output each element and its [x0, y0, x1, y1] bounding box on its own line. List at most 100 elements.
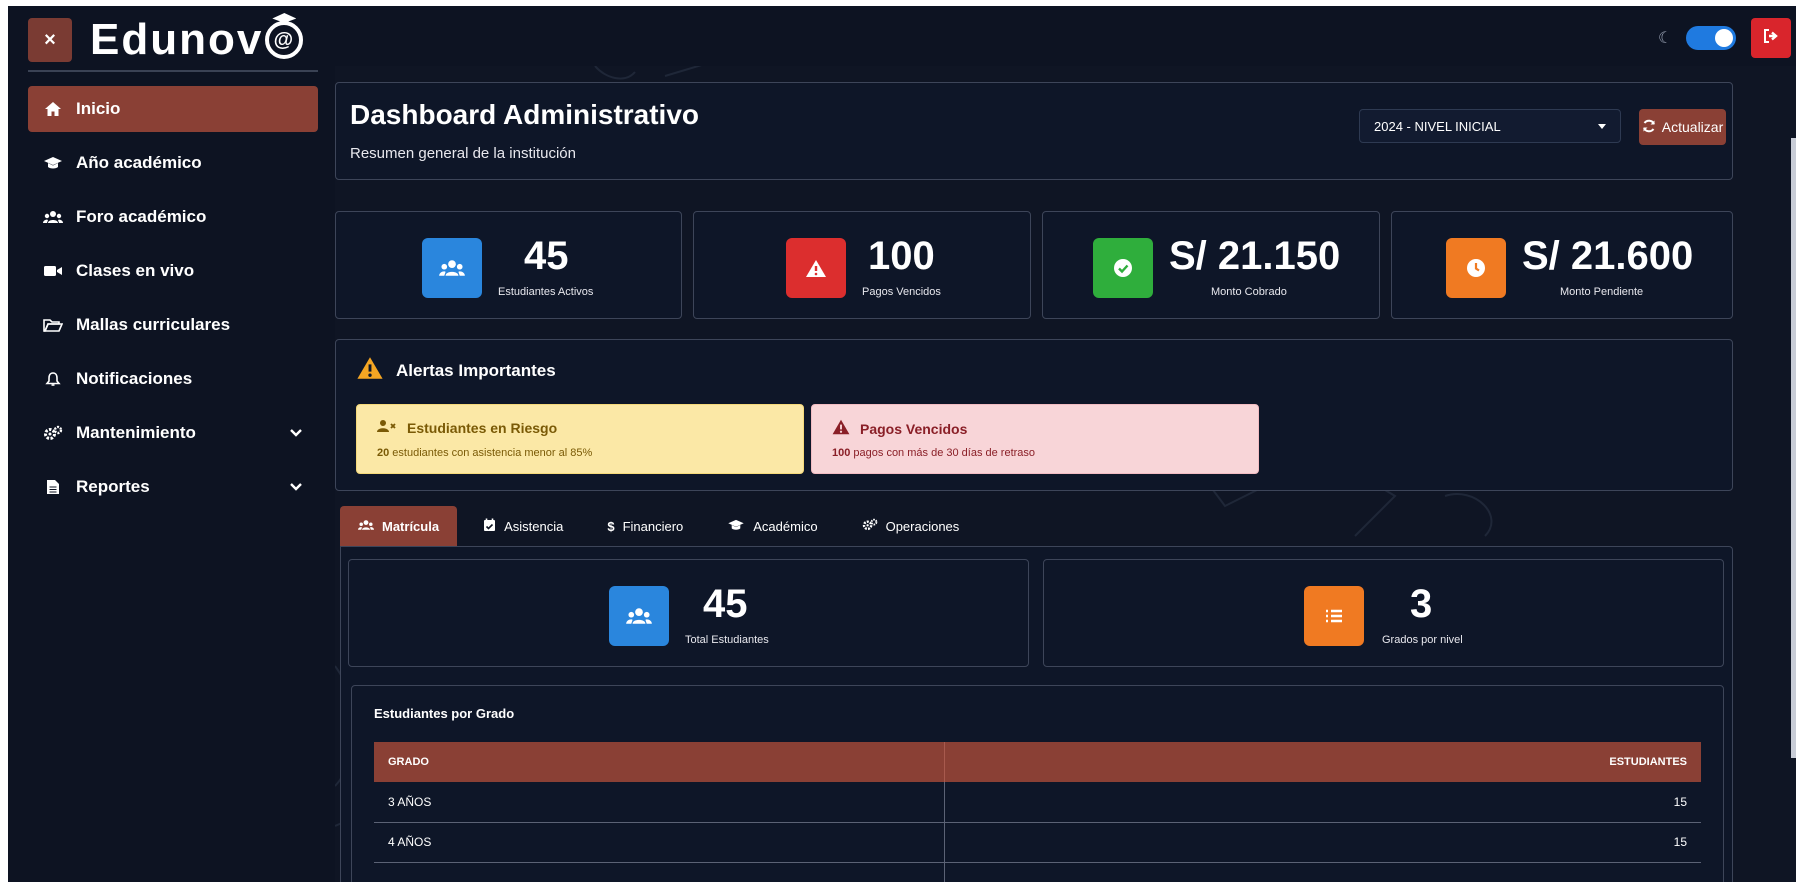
- tab-matricula[interactable]: Matrícula: [340, 506, 458, 546]
- graduation-cap-icon: [727, 519, 745, 534]
- table-row: 3 AÑOS 15: [374, 782, 1701, 823]
- stat-card-monto-cobrado: S/ 21.150 Monto Cobrado: [1042, 211, 1380, 319]
- app-window: × Edunov @ Inicio Año académico Foro aca…: [8, 6, 1796, 882]
- cogs-icon: [862, 518, 878, 534]
- sidebar-item-mallas-curriculares[interactable]: Mallas curriculares: [28, 302, 318, 348]
- tab-financiero[interactable]: $ Financiero: [589, 506, 701, 546]
- theme-toggle: ☾: [1658, 26, 1737, 50]
- sidebar-nav: Inicio Año académico Foro académico Clas…: [28, 86, 318, 518]
- sign-out-icon: [1763, 28, 1779, 48]
- alert-title-text: Estudiantes en Riesgo: [407, 419, 558, 436]
- alerts-title: Alertas Importantes: [356, 356, 556, 385]
- warning-icon: [786, 238, 846, 298]
- stat-label: Monto Cobrado: [1211, 286, 1287, 298]
- alert-body: 100 pagos con más de 30 días de retraso: [832, 447, 1035, 459]
- sidebar-item-clases-en-vivo[interactable]: Clases en vivo: [28, 248, 318, 294]
- sidebar-item-label: Notificaciones: [76, 369, 193, 388]
- home-icon: [42, 101, 64, 117]
- stat-value: 100: [868, 234, 935, 278]
- grade-cell: [374, 862, 945, 882]
- stat-label: Monto Pendiente: [1560, 286, 1644, 298]
- users-icon: [42, 210, 64, 224]
- stat-card-estudiantes-activos: 45 Estudiantes Activos: [335, 211, 682, 319]
- page-title: Dashboard Administrativo: [350, 99, 700, 130]
- sidebar-item-label: Mantenimiento: [76, 423, 196, 442]
- sidebar-item-label: Mallas curriculares: [76, 315, 231, 334]
- graduation-cap-icon: [42, 156, 64, 170]
- dark-mode-switch[interactable]: [1686, 26, 1737, 50]
- summary-value: 45: [703, 582, 748, 626]
- students-cell: 15: [944, 822, 1701, 863]
- file-icon: [42, 479, 64, 495]
- sidebar-item-label: Foro académico: [76, 207, 207, 226]
- cogs-icon: [42, 425, 64, 441]
- sidebar-divider: [28, 70, 318, 72]
- alert-title: Estudiantes en Riesgo: [377, 419, 557, 436]
- sidebar-item-label: Reportes: [76, 477, 150, 496]
- user-times-icon: [377, 419, 397, 436]
- students-cell: 15: [944, 782, 1701, 823]
- sidebar-item-label: Clases en vivo: [76, 261, 195, 280]
- students-by-grade-table: GRADO ESTUDIANTES 3 AÑOS 15 4 AÑOS 15: [374, 742, 1701, 882]
- caret-down-icon: [1598, 124, 1606, 129]
- tab-asistencia[interactable]: Asistencia: [465, 506, 581, 546]
- sidebar: × Edunov @ Inicio Año académico Foro aca…: [8, 6, 338, 882]
- summary-label: Grados por nivel: [1382, 634, 1463, 646]
- page-scrollbar[interactable]: [1791, 138, 1796, 758]
- sidebar-item-ano-academico[interactable]: Año académico: [28, 140, 318, 186]
- list-icon: [1304, 586, 1364, 646]
- logout-button[interactable]: [1751, 18, 1791, 58]
- users-icon: [358, 519, 374, 534]
- stat-label: Pagos Vencidos: [862, 286, 941, 298]
- stat-label: Estudiantes Activos: [498, 286, 594, 298]
- tab-label: Operaciones: [885, 518, 960, 534]
- tab-label: Financiero: [622, 518, 684, 534]
- alert-overdue-payments[interactable]: Pagos Vencidos 100 pagos con más de 30 d…: [811, 404, 1259, 474]
- calendar-check-icon: [483, 518, 496, 535]
- students-by-grade-card: Estudiantes por Grado GRADO ESTUDIANTES …: [351, 685, 1724, 882]
- users-icon: [609, 586, 669, 646]
- table-header-row: GRADO ESTUDIANTES: [374, 742, 1701, 782]
- sidebar-item-inicio[interactable]: Inicio: [28, 86, 318, 132]
- sidebar-item-reportes[interactable]: Reportes: [28, 464, 318, 510]
- summary-label: Total Estudiantes: [685, 634, 769, 646]
- logo-row: × Edunov @: [28, 14, 304, 66]
- sidebar-item-mantenimiento[interactable]: Mantenimiento: [28, 410, 318, 456]
- dashboard-header: Dashboard Administrativo Resumen general…: [335, 82, 1733, 180]
- alert-title: Pagos Vencidos: [832, 419, 967, 438]
- stat-value: S/ 21.150: [1169, 234, 1341, 278]
- column-header-estudiantes[interactable]: ESTUDIANTES: [944, 742, 1701, 782]
- page-subtitle: Resumen general de la institución: [350, 145, 576, 162]
- brand-logo: Edunov @: [90, 15, 304, 65]
- alert-count: 20: [377, 447, 390, 459]
- close-sidebar-button[interactable]: ×: [28, 18, 72, 62]
- tab-label: Matrícula: [382, 518, 440, 534]
- chevron-down-icon[interactable]: [288, 478, 304, 499]
- dollar-icon: $: [607, 518, 615, 534]
- video-icon: [42, 264, 64, 278]
- brand-name: Edunov: [90, 15, 264, 64]
- alert-body: 20 estudiantes con asistencia menor al 8…: [377, 447, 592, 459]
- dashboard-tabs: Matrícula Asistencia $ Financiero Académ…: [340, 506, 985, 546]
- alert-count: 100: [832, 447, 851, 459]
- stat-value: S/ 21.600: [1522, 234, 1694, 278]
- stat-card-pagos-vencidos: 100 Pagos Vencidos: [693, 211, 1031, 319]
- sidebar-item-label: Año académico: [76, 153, 202, 172]
- tab-academico[interactable]: Académico: [709, 506, 835, 546]
- warning-icon: [356, 356, 384, 385]
- tab-label: Académico: [753, 518, 818, 534]
- alert-title-text: Pagos Vencidos: [860, 420, 968, 437]
- folder-open-icon: [42, 318, 64, 332]
- refresh-button[interactable]: Actualizar: [1639, 109, 1726, 145]
- tab-operaciones[interactable]: Operaciones: [844, 506, 978, 546]
- alert-students-at-risk[interactable]: Estudiantes en Riesgo 20 estudiantes con…: [356, 404, 804, 474]
- sidebar-item-foro-academico[interactable]: Foro académico: [28, 194, 318, 240]
- column-header-grado[interactable]: GRADO: [374, 742, 945, 782]
- academic-year-select[interactable]: 2024 - NIVEL INICIAL: [1359, 109, 1621, 143]
- stat-card-monto-pendiente: S/ 21.600 Monto Pendiente: [1391, 211, 1733, 319]
- chevron-down-icon[interactable]: [288, 424, 304, 445]
- check-circle-icon: [1093, 238, 1153, 298]
- sidebar-item-notificaciones[interactable]: Notificaciones: [28, 356, 318, 402]
- main-content: Dashboard Administrativo Resumen general…: [335, 66, 1796, 882]
- alert-text: pagos con más de 30 días de retraso: [850, 447, 1036, 459]
